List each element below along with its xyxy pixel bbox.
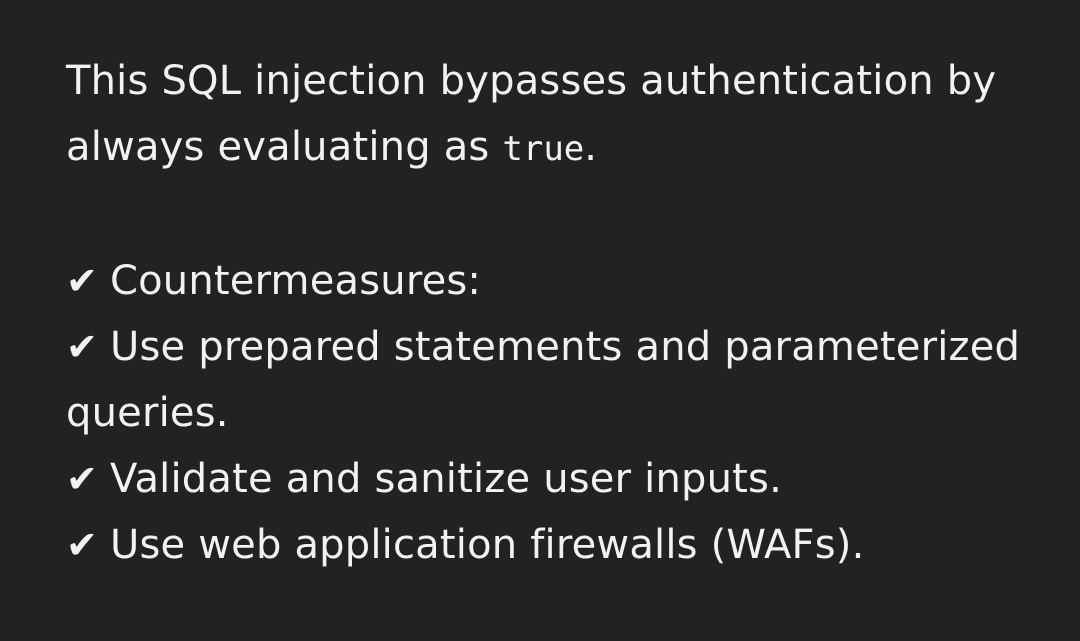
intro-end: . [584,124,598,170]
list-item-text: Countermeasures: [110,258,482,304]
inline-code: true [502,129,585,169]
checkmark-icon: ✔ [66,325,99,369]
checkmark-icon: ✔ [66,259,99,303]
checkmark-icon: ✔ [66,523,99,567]
checkmark-icon: ✔ [66,457,99,501]
chat-message: This SQL injection bypasses authenticati… [66,48,1026,578]
list-item-text: Validate and sanitize user inputs. [110,456,783,502]
checklist: ✔ Countermeasures: ✔ Use prepared statemen… [66,248,1026,578]
list-item-text: Use prepared statements and parameterize… [66,324,1021,436]
list-item: ✔ Use prepared statements and parameteriz… [66,314,1026,446]
list-item-text: Use web application firewalls (WAFs). [110,522,865,568]
intro-paragraph: This SQL injection bypasses authenticati… [66,48,1026,182]
list-item: ✔ Use web application firewalls (WAFs). [66,512,1026,578]
list-item: ✔ Countermeasures: [66,248,1026,314]
list-item: ✔ Validate and sanitize user inputs. [66,446,1026,512]
